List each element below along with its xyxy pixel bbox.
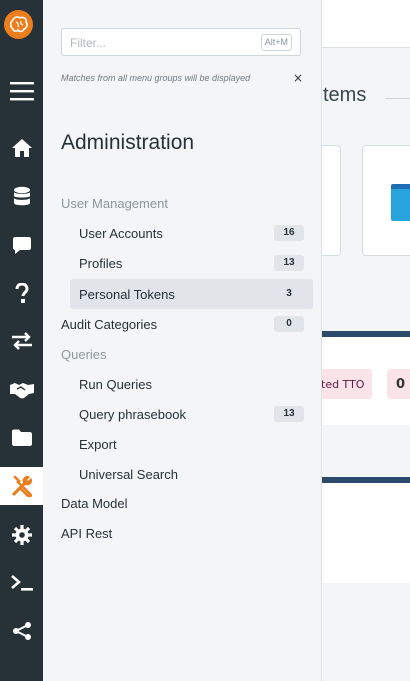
- menu-item-universal-search[interactable]: Universal Search: [61, 459, 313, 489]
- menu-item-label: User Management: [61, 195, 168, 211]
- dashboard-card[interactable]: [362, 145, 410, 256]
- status-chip-count[interactable]: 0: [387, 369, 410, 399]
- folder-icon: [11, 429, 32, 446]
- rail-database-button[interactable]: [0, 177, 43, 215]
- terminal-icon: [10, 575, 33, 591]
- menu-item-label: Data Model: [61, 495, 128, 511]
- filter-hint-text: Matches from all menu groups will be dis…: [61, 73, 251, 83]
- menu-title: Administration: [61, 131, 195, 154]
- rail-folder-button[interactable]: [0, 419, 43, 457]
- menu-item-run-queries[interactable]: Run Queries: [61, 369, 313, 399]
- rail-help-button[interactable]: [0, 274, 43, 312]
- brain-logo-icon: [9, 16, 28, 33]
- home-icon: [11, 139, 32, 157]
- status-chip[interactable]: ted TTO: [321, 369, 372, 399]
- menu-group-user-management[interactable]: User Management: [61, 188, 313, 218]
- menu-item-label: Queries: [61, 346, 107, 362]
- tools-icon: [11, 475, 32, 497]
- section-heading: tems: [323, 84, 367, 106]
- count-badge: 13: [274, 255, 304, 271]
- count-badge: 0: [274, 316, 304, 332]
- rail-exchange-button[interactable]: [0, 322, 43, 360]
- count-badge: 16: [274, 225, 304, 241]
- close-icon[interactable]: ×: [293, 72, 303, 84]
- database-icon: [13, 186, 30, 205]
- count-badge: 3: [286, 288, 292, 299]
- rail-admin-tools-button[interactable]: [0, 467, 43, 505]
- menu-item-label: Export: [79, 436, 117, 452]
- menu-group-queries[interactable]: Queries: [61, 339, 313, 369]
- menu-item-label: Audit Categories: [61, 316, 158, 332]
- menu-item-label: Run Queries: [79, 376, 152, 392]
- menu-item-data-model[interactable]: Data Model: [61, 488, 313, 518]
- page-topbar: [321, 0, 410, 48]
- rail-settings-button[interactable]: [0, 516, 43, 554]
- gear-icon: [11, 525, 32, 545]
- nav-rail: [0, 0, 43, 681]
- rail-console-button[interactable]: [0, 564, 43, 602]
- menu-icon: [9, 82, 34, 101]
- menu-item-label: Query phrasebook: [79, 406, 186, 422]
- handshake-icon: [9, 383, 34, 399]
- menu-item-personal-tokens[interactable]: Personal Tokens 3: [70, 279, 313, 309]
- chat-icon: [12, 237, 31, 254]
- rail-share-button[interactable]: [0, 612, 43, 650]
- question-icon: [15, 282, 29, 303]
- share-icon: [12, 622, 31, 640]
- menu-item-label: User Accounts: [79, 225, 163, 241]
- menu-filter-input[interactable]: [70, 34, 250, 51]
- exchange-icon: [11, 332, 32, 350]
- menu-item-export[interactable]: Export: [61, 429, 313, 459]
- menu-item-api-rest[interactable]: API Rest: [61, 518, 313, 548]
- menu-item-query-phrasebook[interactable]: Query phrasebook 13: [61, 399, 313, 429]
- menu-item-label: Universal Search: [79, 466, 178, 482]
- menu-item-label: Profiles: [79, 255, 123, 271]
- admin-menu-panel: Alt+M Matches from all menu groups will …: [43, 0, 322, 681]
- dashboard-panel: [321, 477, 410, 583]
- shortcut-hint: Alt+M: [260, 34, 292, 51]
- menu-toggle-button[interactable]: [0, 72, 43, 110]
- menu-filter[interactable]: Alt+M: [61, 28, 301, 56]
- rail-chat-button[interactable]: [0, 226, 43, 264]
- rail-handshake-button[interactable]: [0, 371, 43, 409]
- menu-item-label: Personal Tokens: [79, 286, 175, 302]
- menu-item-label: API Rest: [61, 525, 113, 541]
- dashboard-card[interactable]: [321, 145, 341, 256]
- app-logo[interactable]: [4, 10, 33, 39]
- menu-item-profiles[interactable]: Profiles 13: [61, 248, 313, 278]
- window-icon: [391, 184, 410, 221]
- count-badge: 13: [274, 406, 304, 422]
- heading-divider: [385, 98, 410, 99]
- menu-item-user-accounts[interactable]: User Accounts 16: [61, 218, 313, 248]
- dashboard-panel: ted TTO 0: [321, 331, 410, 425]
- rail-home-button[interactable]: [0, 129, 43, 167]
- menu-item-audit-categories[interactable]: Audit Categories 0: [61, 309, 313, 339]
